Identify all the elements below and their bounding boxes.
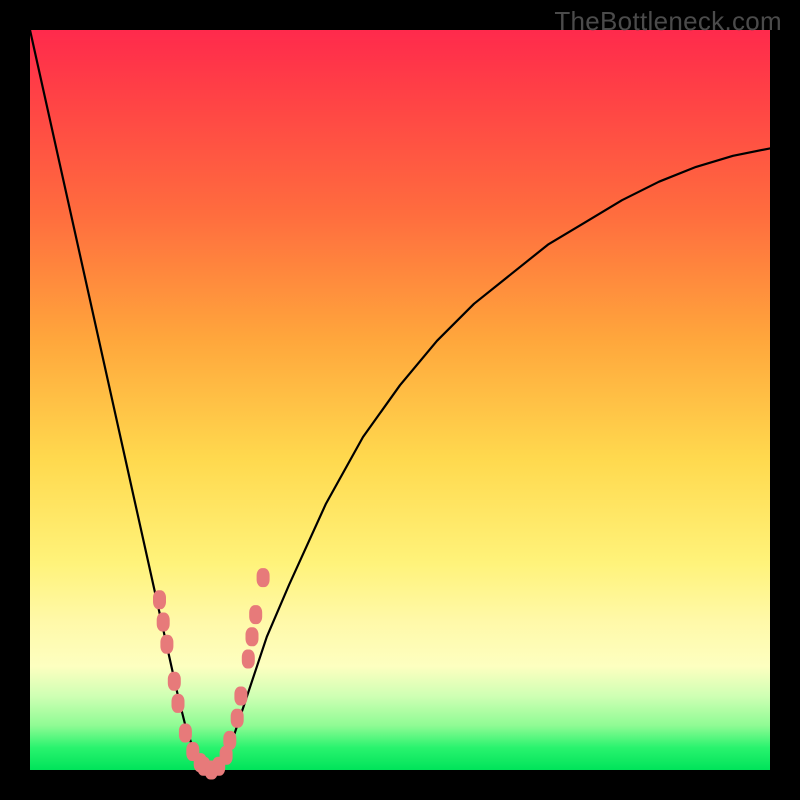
highlight-point (168, 672, 180, 690)
highlight-point (172, 694, 184, 712)
highlight-point (246, 628, 258, 646)
plot-area (30, 30, 770, 770)
highlight-point (231, 709, 243, 727)
watermark-text: TheBottleneck.com (554, 6, 782, 37)
highlight-point (157, 613, 169, 631)
highlight-point (250, 606, 262, 624)
highlight-point (154, 591, 166, 609)
chart-frame: TheBottleneck.com (0, 0, 800, 800)
chart-svg (30, 30, 770, 770)
highlight-point (179, 724, 191, 742)
highlight-point (242, 650, 254, 668)
highlight-point (257, 569, 269, 587)
highlight-points-group (154, 569, 270, 779)
highlight-point (224, 731, 236, 749)
highlight-point (161, 635, 173, 653)
highlight-point (235, 687, 247, 705)
bottleneck-curve (30, 30, 770, 770)
